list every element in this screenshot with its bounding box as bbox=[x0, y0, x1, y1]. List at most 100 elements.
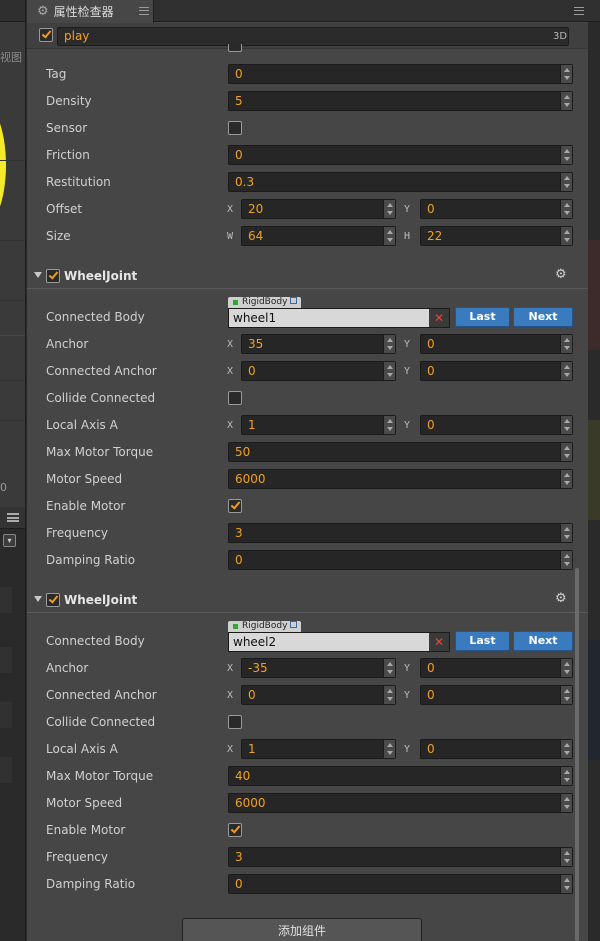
fold-arrow-icon[interactable] bbox=[34, 596, 42, 602]
stepper-icon[interactable] bbox=[383, 362, 395, 380]
stepper-icon[interactable] bbox=[383, 659, 395, 677]
connected-body-field[interactable]: wheel2 ✕ bbox=[228, 632, 450, 652]
gear-icon[interactable]: ⚙ bbox=[555, 267, 567, 282]
anchor-y-input[interactable]: 0 bbox=[420, 334, 573, 354]
tag-input[interactable]: 0 bbox=[228, 64, 573, 84]
stepper-icon[interactable] bbox=[560, 686, 572, 704]
size-h-input[interactable]: 22 bbox=[420, 226, 573, 246]
tab-inspector[interactable]: ⚙ 属性检查器 bbox=[27, 0, 154, 23]
connected-anchor-y-input[interactable]: 0 bbox=[420, 685, 573, 705]
node-name-input[interactable]: play bbox=[57, 27, 569, 46]
stepper-icon[interactable] bbox=[560, 92, 572, 110]
last-button[interactable]: Last bbox=[455, 631, 510, 651]
enable-motor-checkbox[interactable] bbox=[228, 823, 242, 837]
add-component-button[interactable]: 添加组件 bbox=[182, 918, 422, 941]
local-axis-y-input[interactable]: 0 bbox=[420, 415, 573, 435]
local-axis-x-input[interactable]: 1 bbox=[241, 739, 396, 759]
stepper-icon[interactable] bbox=[383, 200, 395, 218]
menu-icon[interactable] bbox=[7, 513, 19, 522]
stepper-icon[interactable] bbox=[383, 740, 395, 758]
stepper-icon[interactable] bbox=[560, 443, 572, 461]
wheel-joint-1-enabled-checkbox[interactable] bbox=[46, 269, 60, 283]
stepper-icon[interactable] bbox=[560, 524, 572, 542]
stepper-icon[interactable] bbox=[560, 551, 572, 569]
hierarchy-panel[interactable]: ▾ bbox=[0, 507, 26, 941]
wheel-joint-2-enabled-checkbox[interactable] bbox=[46, 593, 60, 607]
tab-menu-icon[interactable] bbox=[139, 7, 149, 15]
stepper-icon[interactable] bbox=[560, 794, 572, 812]
size-w-input[interactable]: 64 bbox=[241, 226, 396, 246]
next-button[interactable]: Next bbox=[513, 631, 573, 651]
gear-icon[interactable]: ⚙ bbox=[555, 591, 567, 606]
stepper-icon[interactable] bbox=[560, 659, 572, 677]
anchor-y-input[interactable]: 0 bbox=[420, 658, 573, 678]
list-item[interactable] bbox=[0, 587, 12, 613]
restitution-input[interactable]: 0.3 bbox=[228, 172, 573, 192]
stepper-icon[interactable] bbox=[383, 335, 395, 353]
anchor-x-input[interactable]: -35 bbox=[241, 658, 396, 678]
motor-speed-input[interactable]: 6000 bbox=[228, 469, 573, 489]
offset-y-input[interactable]: 0 bbox=[420, 199, 573, 219]
local-axis-x-input[interactable]: 1 bbox=[241, 415, 396, 435]
clear-icon[interactable]: ✕ bbox=[429, 633, 449, 651]
next-button[interactable]: Next bbox=[513, 307, 573, 327]
sensor-checkbox[interactable] bbox=[228, 121, 242, 135]
list-item[interactable] bbox=[0, 757, 12, 783]
connected-anchor-x-input[interactable]: 0 bbox=[241, 685, 396, 705]
list-item[interactable] bbox=[0, 647, 12, 673]
stepper-icon[interactable] bbox=[560, 200, 572, 218]
enable-motor-label: Enable Motor bbox=[46, 499, 126, 513]
stepper-icon[interactable] bbox=[560, 875, 572, 893]
max-motor-torque-input[interactable]: 50 bbox=[228, 442, 573, 462]
enable-motor-checkbox[interactable] bbox=[228, 499, 242, 513]
stepper-icon[interactable] bbox=[560, 416, 572, 434]
frequency-input[interactable]: 3 bbox=[228, 847, 573, 867]
stepper-icon[interactable] bbox=[560, 335, 572, 353]
stepper-icon[interactable] bbox=[383, 227, 395, 245]
damping-ratio-input[interactable]: 0 bbox=[228, 550, 573, 570]
local-axis-y-input[interactable]: 0 bbox=[420, 739, 573, 759]
connected-anchor-x-input[interactable]: 0 bbox=[241, 361, 396, 381]
scene-panel[interactable]: 视图 0 bbox=[0, 0, 26, 507]
scene-tab[interactable] bbox=[0, 0, 25, 22]
stepper-icon[interactable] bbox=[560, 848, 572, 866]
damping-ratio-input[interactable]: 0 bbox=[228, 874, 573, 894]
stepper-icon[interactable] bbox=[383, 416, 395, 434]
stepper-icon[interactable] bbox=[560, 362, 572, 380]
node-active-checkbox[interactable] bbox=[39, 28, 53, 42]
stepper-icon[interactable] bbox=[560, 173, 572, 191]
clear-icon[interactable]: ✕ bbox=[429, 309, 449, 327]
stepper-icon[interactable] bbox=[560, 470, 572, 488]
stepper-icon[interactable] bbox=[560, 227, 572, 245]
anchor-x-input[interactable]: 35 bbox=[241, 334, 396, 354]
max-motor-torque-input[interactable]: 40 bbox=[228, 766, 573, 786]
last-button[interactable]: Last bbox=[455, 307, 510, 327]
stepper-icon[interactable] bbox=[383, 686, 395, 704]
wheel-joint-1-header[interactable]: WheelJoint ⚙ bbox=[27, 263, 588, 289]
connected-body-field[interactable]: wheel1 ✕ bbox=[228, 308, 450, 328]
3d-toggle[interactable]: 3D bbox=[553, 31, 567, 42]
collide-connected-checkbox[interactable] bbox=[228, 715, 242, 729]
component-title: WheelJoint bbox=[64, 269, 138, 283]
external-link-icon[interactable] bbox=[290, 297, 298, 304]
density-input[interactable]: 5 bbox=[228, 91, 573, 111]
stepper-icon[interactable] bbox=[560, 740, 572, 758]
connected-anchor-y-input[interactable]: 0 bbox=[420, 361, 573, 381]
list-item[interactable] bbox=[0, 702, 12, 728]
external-link-icon[interactable] bbox=[290, 621, 298, 628]
friction-input[interactable]: 0 bbox=[228, 145, 573, 165]
panel-menu-icon[interactable] bbox=[574, 7, 584, 15]
motor-speed-input[interactable]: 6000 bbox=[228, 793, 573, 813]
collide-connected-checkbox[interactable] bbox=[228, 391, 242, 405]
stepper-icon[interactable] bbox=[560, 65, 572, 83]
stepper-icon[interactable] bbox=[560, 767, 572, 785]
fold-arrow-icon[interactable] bbox=[34, 272, 42, 278]
scene-object[interactable] bbox=[0, 100, 6, 230]
vertical-scrollbar[interactable] bbox=[575, 568, 579, 941]
offset-x-input[interactable]: 20 bbox=[241, 199, 396, 219]
stepper-icon[interactable] bbox=[560, 146, 572, 164]
wheel-joint-2-header[interactable]: WheelJoint ⚙ bbox=[27, 587, 588, 613]
cut-off-checkbox[interactable] bbox=[228, 44, 242, 52]
collapse-icon[interactable]: ▾ bbox=[3, 534, 16, 547]
frequency-input[interactable]: 3 bbox=[228, 523, 573, 543]
